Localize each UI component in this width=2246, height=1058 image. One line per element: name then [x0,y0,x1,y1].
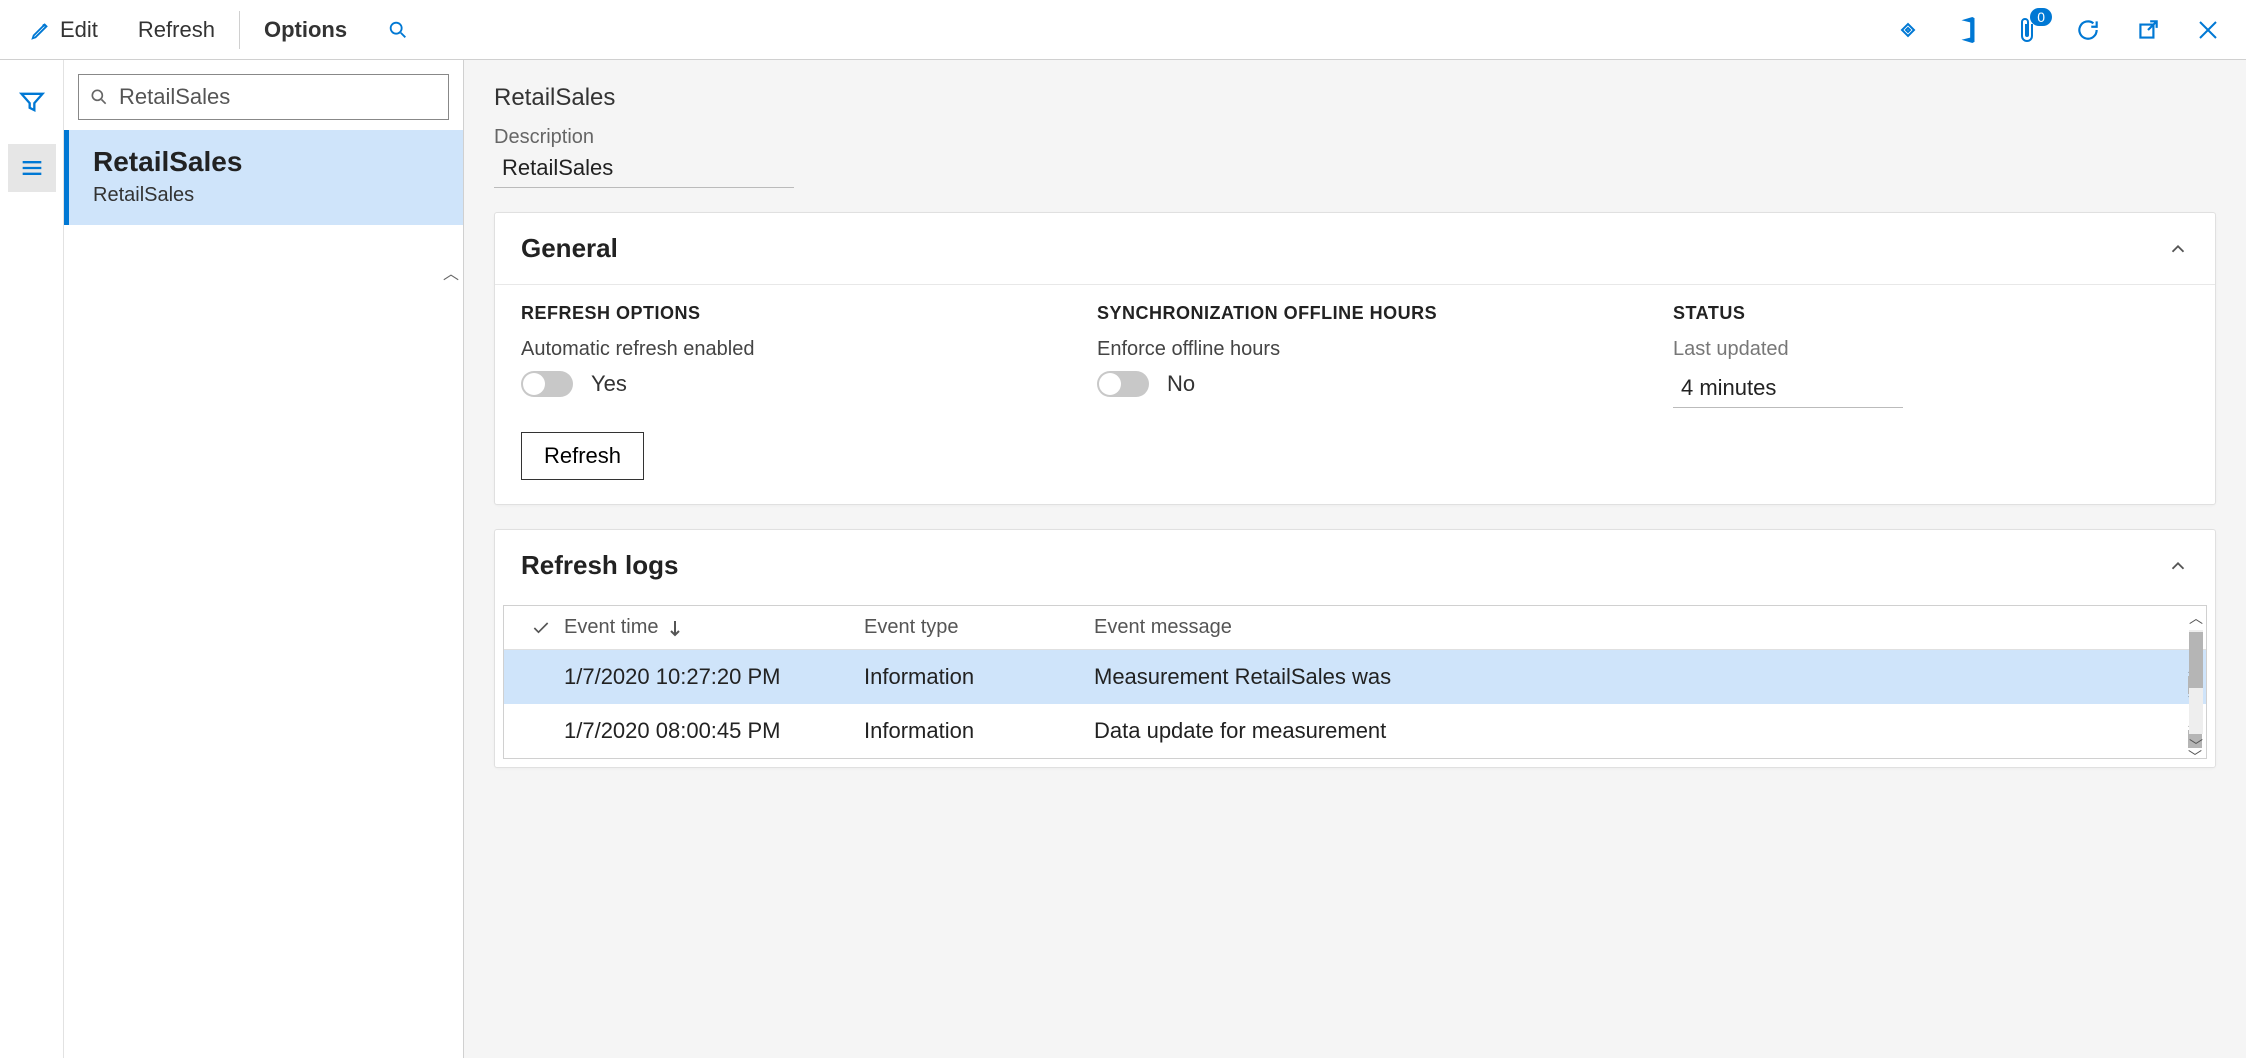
cell-event-time: 1/7/2020 10:27:20 PM [564,664,864,690]
chevron-up-icon [2167,238,2189,260]
detail-pane: RetailSales Description RetailSales Gene… [464,60,2246,1058]
left-rail [0,60,64,1058]
cell-event-type: Information [864,718,1094,744]
cell-event-type: Information [864,664,1094,690]
app-icon-button[interactable] [1892,14,1924,46]
attachment-button[interactable]: 0 [2012,14,2044,46]
list-pane: RetailSales RetailSales ︿ [64,60,464,1058]
filter-rail-button[interactable] [8,78,56,126]
toolbar-right: 0 [1892,14,2236,46]
enforce-offline-toggle[interactable] [1097,371,1149,397]
search-icon [89,87,109,107]
logs-collapse-button[interactable] [2167,555,2189,577]
popout-icon [2135,17,2161,43]
office-button[interactable] [1952,14,1984,46]
sync-offline-heading: SYNCHRONIZATION OFFLINE HOURS [1097,303,1613,324]
list-item-title: RetailSales [93,146,439,178]
col-event-type[interactable]: Event type [864,616,1094,639]
reload-button[interactable] [2072,14,2104,46]
search-box[interactable] [78,74,449,120]
col-event-time[interactable]: Event time [564,616,864,639]
diamond-icon [1896,18,1920,42]
chevron-up-icon [2167,555,2189,577]
close-icon [2196,18,2220,42]
filter-icon [18,88,46,116]
toolbar-separator [239,11,240,49]
manual-refresh-button[interactable]: Refresh [521,432,644,480]
description-label: Description [494,126,2216,149]
enforce-offline-label: Enforce offline hours [1097,338,1613,361]
search-tool-button[interactable] [367,11,429,49]
close-button[interactable] [2192,14,2224,46]
sort-down-icon [668,619,682,637]
list-icon [18,154,46,182]
enforce-offline-value: No [1167,371,1195,397]
options-label: Options [264,17,347,43]
auto-refresh-value: Yes [591,371,627,397]
search-input[interactable] [119,84,438,110]
list-rail-button[interactable] [8,144,56,192]
list-item-subtitle: RetailSales [93,184,439,207]
table-row[interactable]: 1/7/2020 10:27:20 PM Information Measure… [504,650,2206,704]
edit-button[interactable]: Edit [10,9,118,51]
cell-event-message: Measurement RetailSales was [1094,664,2192,690]
list-scroll-up-icon[interactable]: ︿ [443,260,459,284]
refresh-label: Refresh [138,17,215,43]
last-updated-value: 4 minutes [1673,371,1903,408]
office-icon [1957,17,1979,43]
last-updated-label: Last updated [1673,338,2189,361]
cell-event-time: 1/7/2020 08:00:45 PM [564,718,864,744]
logs-table: Event time Event type Event message 1/7/… [503,605,2207,759]
status-heading: STATUS [1673,303,2189,324]
col-event-message[interactable]: Event message [1094,616,2192,639]
refresh-options-heading: REFRESH OPTIONS [521,303,1037,324]
logs-scrollbar[interactable]: ︿ ﹀ [2188,608,2204,756]
attachment-badge: 0 [2030,8,2052,26]
options-button[interactable]: Options [244,9,367,51]
refresh-logs-card: Refresh logs Event time Event [494,529,2216,768]
search-icon [387,19,409,41]
edit-label: Edit [60,17,98,43]
col-event-time-label: Event time [564,616,658,639]
toolbar-left: Edit Refresh Options [10,9,429,51]
general-collapse-button[interactable] [2167,238,2189,260]
list-item-retailsales[interactable]: RetailSales RetailSales [64,130,463,225]
refresh-button[interactable]: Refresh [118,9,235,51]
auto-refresh-label: Automatic refresh enabled [521,338,1037,361]
cell-event-message: Data update for measurement [1094,718,2192,744]
page-title: RetailSales [494,84,2216,112]
auto-refresh-toggle[interactable] [521,371,573,397]
general-heading: General [521,233,618,264]
top-toolbar: Edit Refresh Options 0 [0,0,2246,60]
popout-button[interactable] [2132,14,2164,46]
general-card: General REFRESH OPTIONS Automatic refres… [494,212,2216,505]
pencil-icon [30,19,52,41]
logs-header-row: Event time Event type Event message [504,606,2206,650]
table-row[interactable]: 1/7/2020 08:00:45 PM Information Data up… [504,704,2206,758]
refresh-logs-heading: Refresh logs [521,550,679,581]
check-icon[interactable] [531,618,551,638]
description-value[interactable]: RetailSales [494,155,794,188]
reload-icon [2075,17,2101,43]
